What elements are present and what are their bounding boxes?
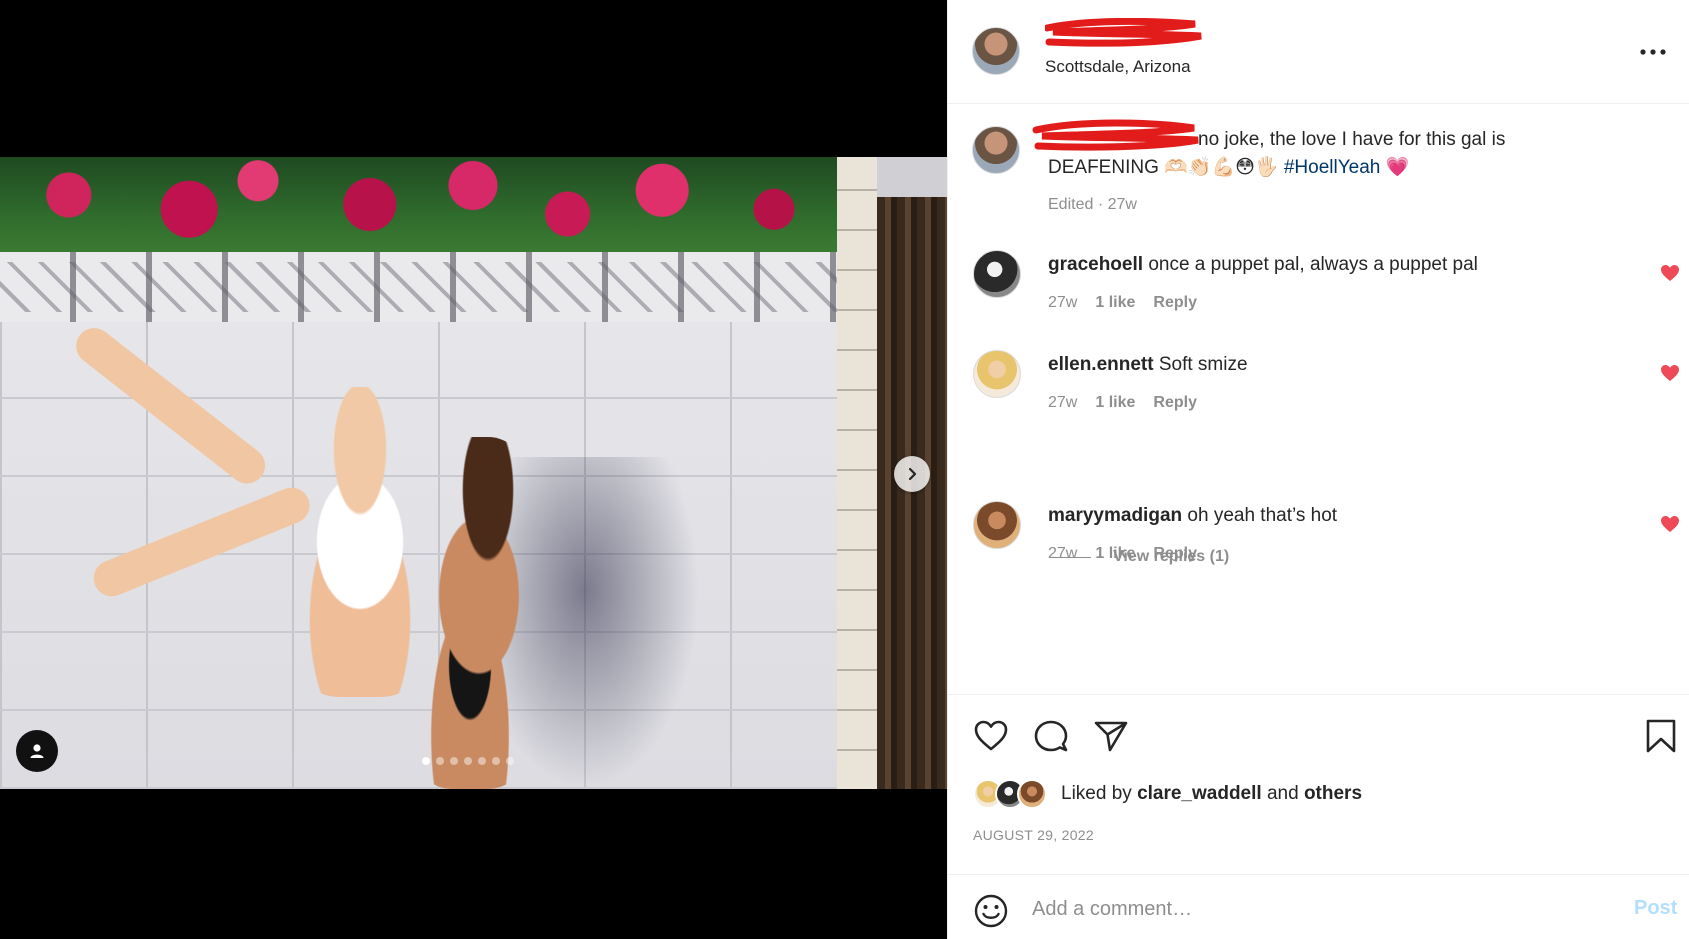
post-viewer: Scottsdale, Arizona no joke, the love I …: [0, 0, 1689, 939]
liked-prefix: Liked by: [1061, 783, 1132, 804]
post-header: Scottsdale, Arizona: [948, 0, 1689, 104]
carousel-dot: [450, 757, 458, 765]
liked-avatars: [973, 779, 1047, 809]
heart-icon[interactable]: [1660, 515, 1680, 533]
comment-composer: Post: [948, 874, 1689, 939]
comment-likes[interactable]: 1 like: [1095, 394, 1135, 412]
carousel-dot: [506, 757, 514, 765]
liked-joiner: and: [1266, 783, 1299, 804]
comments-list: no joke, the love I have for this gal is…: [948, 104, 1689, 694]
caption-meta: Edited · 27w: [1048, 196, 1137, 213]
photo-fence: [877, 197, 947, 789]
comment-username[interactable]: ellen.ennett: [1048, 354, 1154, 375]
media-pane: [0, 0, 947, 939]
comment-item: gracehoell once a puppet pal, always a p…: [948, 250, 1689, 340]
comment-meta: 27w 1 like Reply: [1048, 545, 1197, 563]
liked-user[interactable]: clare_waddell: [1137, 783, 1262, 804]
next-slide-button[interactable]: [894, 456, 930, 492]
reply-button[interactable]: Reply: [1153, 545, 1197, 563]
reply-button[interactable]: Reply: [1153, 394, 1197, 412]
hashtag-link[interactable]: #HoellYeah: [1284, 157, 1381, 178]
comment-text: Soft smize: [1158, 354, 1248, 375]
reply-button[interactable]: Reply: [1153, 294, 1197, 312]
redacted-username: [1045, 18, 1202, 47]
owner-avatar[interactable]: [972, 27, 1020, 75]
carousel-dot: [492, 757, 500, 765]
liked-by-row[interactable]: Liked by clare_waddell and others: [973, 779, 1362, 809]
caption-text: no joke, the love I have for this gal is…: [1048, 126, 1608, 182]
post-actions: Liked by clare_waddell and others AUGUST…: [948, 694, 1689, 874]
comment-text: once a puppet pal, always a puppet pal: [1148, 254, 1478, 275]
comment-body: maryymadigan oh yeah that’s hot: [1048, 505, 1337, 527]
tagged-users-button[interactable]: [16, 730, 58, 772]
more-icon: [1640, 49, 1666, 55]
comment-body: ellen.ennett Soft smize: [1048, 354, 1248, 376]
emoji-icon[interactable]: [973, 893, 1009, 929]
carousel-dot: [478, 757, 486, 765]
comment-avatar[interactable]: [973, 501, 1021, 549]
comment-username[interactable]: maryymadigan: [1048, 505, 1182, 526]
caption-avatar[interactable]: [972, 126, 1020, 174]
comment-text: oh yeah that’s hot: [1187, 505, 1338, 526]
photo-pillar: [837, 157, 877, 789]
chevron-right-icon: [908, 467, 917, 481]
heart-icon[interactable]: [972, 717, 1010, 755]
user-tag-icon: [30, 744, 44, 758]
photo-person-front: [260, 387, 460, 697]
comment-likes[interactable]: 1 like: [1095, 294, 1135, 312]
comment-avatar[interactable]: [973, 350, 1021, 398]
comment-meta: 27w 1 like Reply: [1048, 294, 1197, 312]
caption-emojis: 🫶🏻👏🏻💪🏻😳🖐🏻: [1164, 157, 1279, 178]
post-location[interactable]: Scottsdale, Arizona: [1045, 57, 1191, 77]
bookmark-icon[interactable]: [1642, 717, 1680, 755]
comment-likes[interactable]: 1 like: [1095, 545, 1135, 563]
comment-icon[interactable]: [1032, 717, 1070, 755]
more-options-button[interactable]: [1638, 37, 1668, 67]
comment-item: maryymadigan oh yeah that’s hot 27w 1 li…: [948, 501, 1689, 591]
carousel-dot: [464, 757, 472, 765]
comment-age: 27w: [1048, 394, 1078, 411]
comment-avatar[interactable]: [973, 250, 1021, 298]
post-date[interactable]: AUGUST 29, 2022: [973, 827, 1094, 843]
carousel-indicator: [422, 757, 514, 765]
carousel-dot: [436, 757, 444, 765]
carousel-dot: [422, 757, 430, 765]
comment-age: 27w: [1048, 294, 1078, 311]
comment-item: ellen.ennett Soft smize 27w 1 like Reply: [948, 350, 1689, 440]
heart-icon[interactable]: [1660, 264, 1680, 282]
post-details-panel: Scottsdale, Arizona no joke, the love I …: [947, 0, 1689, 939]
heart-icon[interactable]: [1660, 364, 1680, 382]
comment-body: gracehoell once a puppet pal, always a p…: [1048, 254, 1478, 276]
liker-avatar: [1017, 779, 1047, 809]
comment-username[interactable]: gracehoell: [1048, 254, 1143, 275]
comment-meta: 27w 1 like Reply: [1048, 394, 1197, 412]
liked-others[interactable]: others: [1304, 783, 1362, 804]
comment-age: 27w: [1048, 545, 1078, 562]
photo-lattice: [0, 252, 860, 322]
post-comment-button[interactable]: Post: [1634, 897, 1677, 920]
share-icon[interactable]: [1092, 717, 1130, 755]
comment-input[interactable]: [1032, 889, 1572, 929]
caption-end-emoji: 💗: [1385, 157, 1410, 178]
liked-by-text: Liked by clare_waddell and others: [1061, 783, 1362, 805]
post-photo[interactable]: [0, 157, 947, 789]
photo-bougainvillea: [0, 157, 860, 252]
